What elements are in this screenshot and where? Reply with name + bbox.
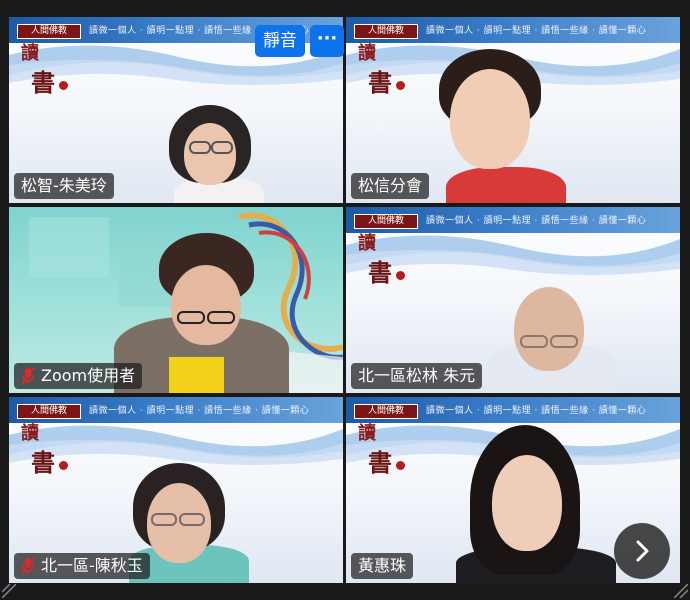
- mic-off-icon: [21, 557, 35, 575]
- video-tile-2[interactable]: 人間佛教 讀微一個人 · 讀明一點理 · 讀悟一些緣 · 讀懂一顆心 讀 書 松…: [346, 17, 680, 203]
- participant-name: 松信分會: [358, 176, 423, 195]
- more-options-button[interactable]: ···: [310, 25, 344, 57]
- video-tile-5[interactable]: 人間佛教 讀微一個人 · 讀明一點理 · 讀悟一些緣 · 讀懂一顆心 讀 書 北…: [9, 397, 343, 583]
- slogan-text: 讀微一個人 · 讀明一點理 · 讀悟一些緣 · 讀懂一顆心: [89, 406, 310, 416]
- calligraphy-top: 讀: [358, 423, 376, 444]
- slogan-text: 讀微一個人 · 讀明一點理 · 讀悟一些緣 · 讀懂一顆心: [426, 26, 647, 36]
- participant-name-tag: 松智-朱美玲: [14, 173, 114, 199]
- calligraphy-main: 書: [368, 448, 392, 477]
- participant-name: Zoom使用者: [41, 366, 136, 385]
- participant-name: 黃惠珠: [358, 556, 407, 575]
- participant-name-tag: 黃惠珠: [351, 553, 414, 579]
- logo: 人間佛教: [354, 214, 418, 229]
- logo: 人間佛教: [17, 24, 81, 39]
- resize-corner-icon[interactable]: [674, 584, 688, 598]
- participant-name: 松智-朱美玲: [21, 176, 107, 195]
- next-page-button[interactable]: [614, 523, 670, 579]
- calligraphy-main: 書: [31, 68, 55, 97]
- seal-icon: [59, 81, 68, 90]
- mute-button[interactable]: 靜音: [255, 25, 305, 57]
- participant-name-tag: 北一區-陳秋玉: [14, 553, 150, 579]
- mic-off-icon: [21, 367, 35, 385]
- slogan-text: 讀微一個人 · 讀明一點理 · 讀悟一些緣 · 讀懂一顆心: [426, 406, 647, 416]
- participant-name-tag: Zoom使用者: [14, 363, 143, 389]
- calligraphy-main: 書: [368, 258, 392, 287]
- seal-icon: [59, 461, 68, 470]
- participant-name: 北一區松林 朱元: [358, 366, 476, 385]
- participant-name-tag: 北一區松林 朱元: [351, 363, 483, 389]
- participant-name: 北一區-陳秋玉: [41, 556, 143, 575]
- video-tile-4[interactable]: 人間佛教 讀微一個人 · 讀明一點理 · 讀悟一些緣 · 讀懂一顆心 讀 書 北…: [346, 207, 680, 393]
- logo: 人間佛教: [354, 404, 418, 419]
- seal-icon: [396, 81, 405, 90]
- logo: 人間佛教: [17, 404, 81, 419]
- resize-corner-icon[interactable]: [2, 584, 16, 598]
- participant-name-tag: 松信分會: [351, 173, 430, 199]
- calligraphy-top: 讀: [21, 423, 39, 444]
- calligraphy-main: 書: [368, 68, 392, 97]
- calligraphy-main: 書: [31, 448, 55, 477]
- calligraphy-top: 讀: [21, 43, 39, 64]
- chevron-right-icon: [636, 540, 649, 562]
- seal-icon: [396, 271, 405, 280]
- calligraphy-top: 讀: [358, 43, 376, 64]
- video-tile-3[interactable]: Zoom使用者: [9, 207, 343, 393]
- slogan-text: 讀微一個人 · 讀明一點理 · 讀悟一些緣 · 讀懂一顆心: [426, 216, 647, 226]
- logo: 人間佛教: [354, 24, 418, 39]
- seal-icon: [396, 461, 405, 470]
- calligraphy-top: 讀: [358, 233, 376, 254]
